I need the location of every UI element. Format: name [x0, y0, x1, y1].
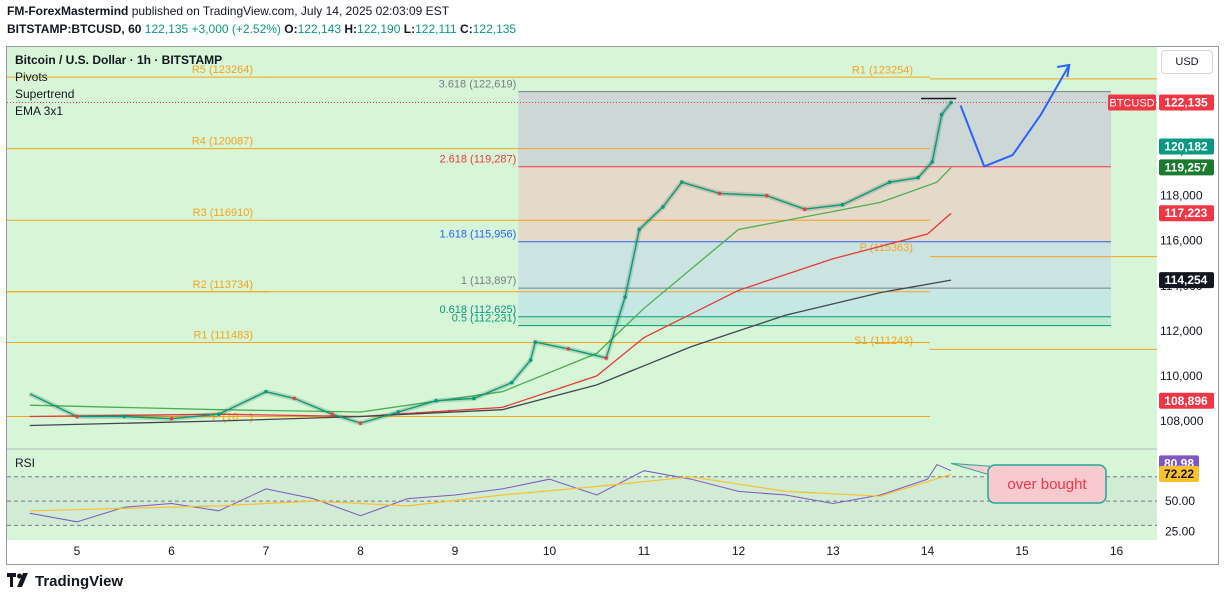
price-point [680, 180, 684, 184]
fib-level-label: 1.618 (115,956) [439, 229, 516, 241]
x-tick-label: 11 [638, 544, 651, 558]
price-tag: 114,254 [1165, 273, 1208, 287]
pivot-label: P (115363) [860, 242, 913, 254]
price-tag: 120,182 [1164, 140, 1208, 154]
legend-supertrend[interactable]: Supertrend [15, 87, 74, 101]
price-point [604, 356, 608, 360]
price-point [533, 340, 538, 344]
tradingview-brand: TradingView [35, 573, 124, 590]
price-point [802, 207, 807, 212]
pivot-label: R3 (116910) [193, 207, 253, 219]
rsi-band-fill [7, 476, 1157, 526]
legend-ema[interactable]: EMA 3x1 [15, 104, 63, 118]
pivot-label: R1 (123254) [852, 64, 913, 76]
price-point [637, 227, 642, 232]
price-point [122, 414, 127, 419]
price-point [330, 412, 334, 417]
rsi-y-tick-label: 50.00 [1165, 494, 1195, 508]
price-point [292, 396, 297, 401]
price-point [566, 347, 571, 351]
price-point [169, 416, 174, 421]
pivot-label: S1 (111243) [854, 335, 913, 347]
symbol-tag: BTCUSD [1109, 98, 1154, 110]
price-point [472, 396, 476, 401]
x-tick-label: 16 [1110, 544, 1124, 558]
x-tick-label: 13 [826, 544, 840, 558]
price-point [840, 202, 845, 207]
x-tick-label: 10 [543, 544, 557, 558]
pivot-label: R4 (120087) [192, 136, 253, 148]
x-tick-label: 8 [357, 544, 364, 558]
price-point [939, 112, 944, 117]
rsi-y-tick-label: 25.00 [1165, 524, 1195, 538]
fib-zone-band [518, 316, 1111, 326]
price-point [396, 410, 401, 414]
x-tick-label: 14 [921, 544, 935, 558]
fib-zone-band [518, 288, 1111, 317]
chart-title: Bitcoin / U.S. Dollar · 1h · BITSTAMP [15, 53, 223, 67]
y-tick-label: 108,000 [1160, 414, 1204, 428]
y-tick-label: 118,000 [1160, 189, 1203, 203]
y-tick-label: 110,000 [1160, 369, 1203, 383]
rsi-ma-value-tag: 72.22 [1164, 467, 1194, 481]
price-tag: 119,257 [1165, 160, 1208, 174]
price-point [949, 100, 953, 105]
price-tag: 117,223 [1165, 206, 1208, 220]
overbought-annotation: over bought [1007, 476, 1087, 493]
price-point [623, 295, 627, 299]
x-tick-label: 6 [168, 544, 175, 558]
price-tag: 108,896 [1164, 394, 1208, 408]
rsi-legend[interactable]: RSI [15, 456, 35, 470]
price-point [930, 160, 935, 164]
tradingview-footer[interactable]: TradingView [7, 573, 123, 591]
price-point [264, 389, 268, 394]
price-chart[interactable]: 3.618 (122,619) 2.618 (119,287) 1.618 (115… [0, 0, 1226, 602]
tradingview-logo-icon [7, 573, 31, 591]
pivot-label: R2 (113734) [193, 279, 253, 291]
x-tick-label: 5 [74, 544, 81, 558]
x-tick-label: 12 [732, 544, 746, 558]
x-tick-label: 7 [263, 544, 270, 558]
price-point [528, 358, 533, 362]
fib-level-label: 1 (113,897) [461, 275, 516, 287]
legend-pivots[interactable]: Pivots [15, 70, 48, 84]
x-tick-label: 15 [1015, 544, 1029, 558]
pivot-label: R1 (111483) [193, 330, 253, 342]
price-tag: 122,135 [1164, 96, 1208, 110]
price-point [916, 175, 920, 180]
fib-level-label: 2.618 (119,287) [439, 154, 516, 166]
price-point [434, 398, 438, 403]
fib-level-label: 3.618 (122,619) [439, 79, 517, 91]
y-tick-label: 112,000 [1160, 324, 1203, 338]
price-point [358, 421, 363, 426]
price-point [75, 414, 79, 419]
price-point [765, 193, 769, 198]
price-point [661, 205, 665, 209]
price-point [509, 380, 514, 385]
price-point [216, 412, 221, 417]
currency-button[interactable]: USD [1161, 50, 1213, 74]
y-tick-label: 116,000 [1160, 234, 1203, 248]
fib-zone-band [518, 166, 1111, 242]
x-tick-label: 9 [452, 544, 459, 558]
fib-level-label: 0.5 (112,231) [452, 313, 517, 325]
price-point [887, 180, 892, 184]
price-point [717, 191, 722, 196]
